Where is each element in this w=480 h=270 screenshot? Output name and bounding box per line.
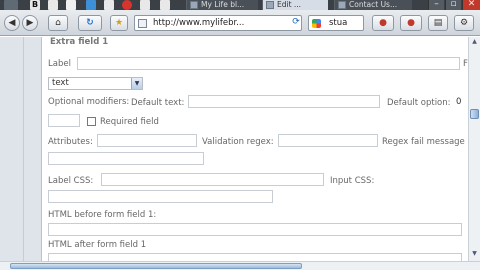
html-after-label: HTML after form field 1	[48, 240, 147, 250]
red-circle-icon: ●	[407, 18, 415, 28]
close-button[interactable]: ✕	[462, 0, 480, 10]
red-circle-icon: ●	[379, 18, 387, 28]
app-menu-icon[interactable]	[4, 0, 18, 10]
page-icon: ▤	[433, 18, 443, 28]
tab-contact[interactable]: Contact Us...	[334, 0, 412, 10]
validation-regex-input[interactable]	[278, 134, 378, 147]
page-icon	[338, 1, 346, 9]
refresh-icon: ⟳	[292, 17, 300, 27]
field-type-value: text	[52, 78, 69, 88]
wrench-icon: ⚙	[459, 18, 469, 28]
page-icon	[266, 1, 274, 9]
html-before-input[interactable]	[48, 223, 462, 236]
regex-fail-label: Regex fail message	[382, 137, 465, 147]
reload-button[interactable]: ↻	[78, 15, 102, 31]
search-input[interactable]: stua	[308, 15, 364, 31]
required-field-label: Required field	[100, 117, 159, 127]
tab-label: Contact Us...	[349, 0, 398, 9]
label-css-input[interactable]	[101, 173, 324, 186]
search-text: stua	[329, 18, 348, 28]
scroll-down-icon[interactable]: ▼	[469, 249, 480, 259]
back-button[interactable]: ◀	[4, 15, 20, 31]
scroll-up-icon[interactable]: ▲	[469, 37, 480, 47]
attributes-input[interactable]	[97, 134, 197, 147]
default-option-label: Default option:	[387, 98, 451, 108]
extra-field-panel: Extra field 1 Label F text ▼ Optional mo…	[41, 37, 468, 261]
addon-button[interactable]: ●	[372, 15, 394, 31]
page-icon	[190, 1, 198, 9]
bookmark-icon[interactable]	[140, 0, 150, 10]
html-before-label: HTML before form field 1:	[48, 210, 157, 220]
label-css-label: Label CSS:	[48, 176, 94, 186]
tools-menu-button[interactable]: ⚙	[454, 15, 474, 31]
page-menu-button[interactable]: ▤	[428, 15, 448, 31]
regex-fail-input[interactable]	[48, 152, 204, 165]
minimize-button[interactable]: –	[428, 0, 444, 10]
restore-button[interactable]: ▫	[445, 0, 461, 10]
go-button[interactable]: ⟳	[290, 15, 302, 31]
html-after-input[interactable]	[48, 253, 462, 261]
navigation-toolbar: ◀ ▶ ⌂ ↻ ★ http://www.mylifebr... ⟳ stua …	[0, 10, 480, 36]
bookmark-icon[interactable]	[66, 0, 76, 10]
site-favicon	[138, 19, 147, 28]
bookmark-icon[interactable]	[104, 0, 114, 10]
divider	[23, 37, 24, 261]
address-bar[interactable]: http://www.mylifebr...	[134, 15, 302, 31]
validation-regex-label: Validation regex:	[202, 137, 274, 147]
label-label: Label	[48, 59, 71, 69]
tab-my-life[interactable]: My Life bl...	[186, 0, 258, 10]
modifier-input[interactable]	[48, 114, 80, 127]
star-icon: ★	[114, 18, 124, 28]
bookmark-icon[interactable]	[48, 0, 58, 10]
back-arrow-icon: ◀	[8, 18, 16, 28]
reload-icon: ↻	[86, 18, 94, 28]
forward-button[interactable]: ▶	[22, 15, 38, 31]
vertical-scrollbar[interactable]: ▲ ▼	[468, 37, 480, 261]
chevron-down-icon: ▼	[131, 78, 142, 89]
scrollbar-thumb[interactable]	[10, 263, 302, 269]
home-button[interactable]: ⌂	[48, 15, 68, 31]
section-title: Extra field 1	[50, 37, 109, 47]
url-text: http://www.mylifebr...	[153, 18, 245, 28]
default-text-input[interactable]	[188, 95, 380, 108]
forward-arrow-icon: ▶	[26, 18, 34, 28]
record-icon[interactable]	[122, 0, 132, 10]
horizontal-scrollbar[interactable]	[0, 261, 480, 270]
home-icon: ⌂	[55, 18, 61, 28]
tab-edit[interactable]: Edit ...	[262, 0, 328, 10]
bookmark-star-button[interactable]: ★	[110, 15, 128, 31]
addon-button[interactable]: ●	[400, 15, 422, 31]
attributes-label: Attributes:	[48, 137, 93, 147]
label-input[interactable]	[77, 57, 460, 70]
bookmark-icon[interactable]	[160, 0, 170, 10]
tab-label: My Life bl...	[201, 0, 245, 9]
optional-modifiers-label: Optional modifiers:	[48, 97, 130, 107]
default-option-value: 0	[456, 97, 462, 107]
input-css-input[interactable]	[48, 190, 273, 203]
tab-label: Edit ...	[277, 0, 302, 9]
google-search-icon	[312, 19, 321, 28]
page-viewport: Extra field 1 Label F text ▼ Optional mo…	[0, 37, 480, 261]
bold-bookmark-icon[interactable]: B	[30, 0, 40, 10]
input-css-label: Input CSS:	[330, 176, 375, 186]
default-text-label: Default text:	[131, 98, 185, 108]
field-type-select[interactable]: text ▼	[48, 77, 143, 90]
scrollbar-thumb[interactable]	[470, 109, 479, 119]
tab-bar: B My Life bl... Edit ... Contact Us... –…	[0, 0, 480, 10]
bookmark-icon[interactable]	[86, 0, 96, 10]
required-field-checkbox[interactable]	[87, 117, 96, 126]
